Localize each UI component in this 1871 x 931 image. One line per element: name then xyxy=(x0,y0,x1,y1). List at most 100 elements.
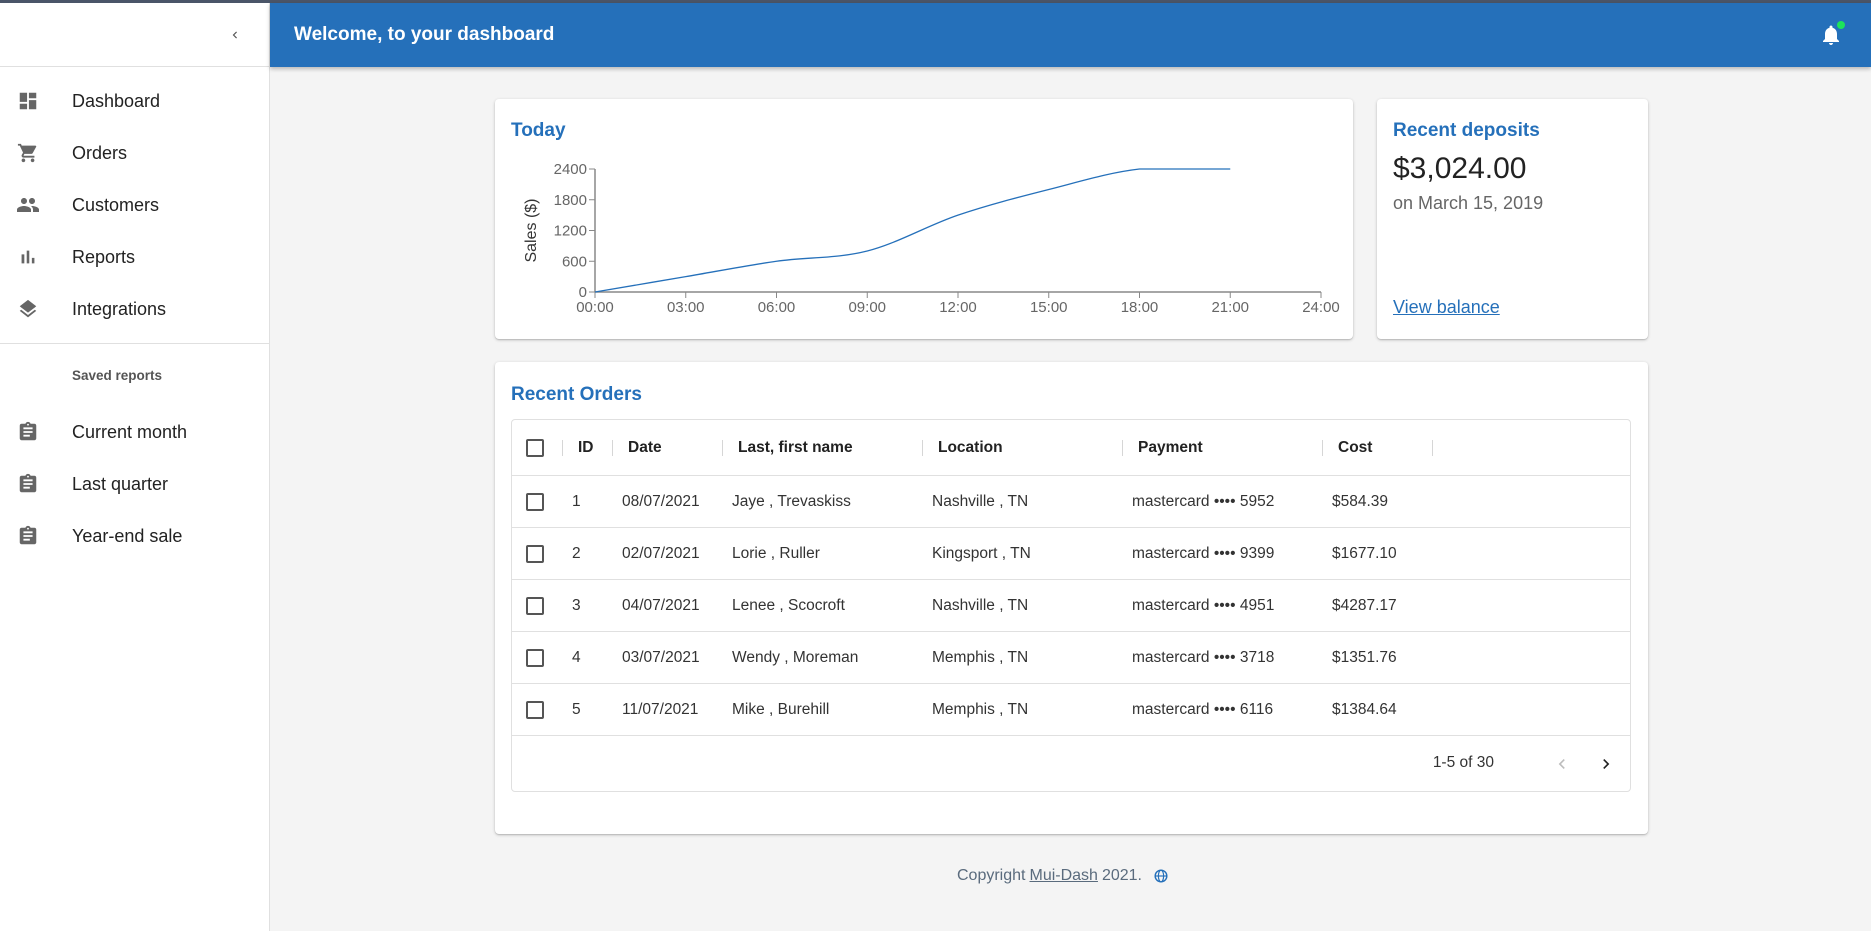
cell-location: Memphis , TN xyxy=(932,648,1029,666)
row-checkbox[interactable] xyxy=(526,648,544,667)
table-row[interactable]: 3 04/07/2021 Lenee , Scocroft Nashville , T… xyxy=(512,580,1630,632)
row-select-cell xyxy=(526,632,544,683)
table-row[interactable]: 1 08/07/2021 Jaye , Trevaskiss Nashville , … xyxy=(512,476,1630,528)
sidebar-item-last-quarter[interactable]: Last quarter xyxy=(0,458,269,510)
shopping-cart-icon xyxy=(16,141,40,165)
sales-line-chart: 00:00 03:00 06:00 09:00 12:00 15:00 18:00 21:00… xyxy=(523,161,1340,316)
column-header-payment[interactable]: Payment xyxy=(1138,420,1203,475)
orders-title: Recent Orders xyxy=(511,384,642,405)
y-tick-label: 600 xyxy=(562,253,587,270)
cell-id: 4 xyxy=(572,648,581,666)
sidebar-item-dashboard[interactable]: Dashboard xyxy=(0,75,269,127)
cell-date: 02/07/2021 xyxy=(622,544,700,562)
cell-location: Nashville , TN xyxy=(932,596,1029,614)
notification-badge xyxy=(1837,21,1845,29)
bar-chart-icon xyxy=(16,245,40,269)
x-tick-label: 15:00 xyxy=(1030,299,1068,316)
layers-icon xyxy=(16,297,40,321)
sidebar-item-label: Current month xyxy=(72,421,188,442)
cell-location: Memphis , TN xyxy=(932,700,1029,718)
cell-name: Jaye , Trevaskiss xyxy=(732,492,851,510)
view-balance-link[interactable]: View balance xyxy=(1393,297,1500,318)
x-tick-label: 12:00 xyxy=(939,299,977,316)
y-tick-label: 1800 xyxy=(554,192,587,209)
column-separator[interactable] xyxy=(562,440,563,456)
row-checkbox[interactable] xyxy=(526,492,544,511)
today-chart-card: Today 00:00 03:00 06:00 09:00 12:00 15:00 18:0… xyxy=(495,99,1353,339)
column-separator[interactable] xyxy=(1432,440,1433,456)
y-axis-label: Sales ($) xyxy=(523,198,540,262)
cell-cost: $1351.76 xyxy=(1332,648,1397,666)
cell-id: 1 xyxy=(572,492,581,510)
sidebar-item-year-end-sale[interactable]: Year-end sale xyxy=(0,510,269,562)
column-header-cost[interactable]: Cost xyxy=(1338,420,1372,475)
deposits-title: Recent deposits xyxy=(1393,120,1540,141)
notifications-button[interactable] xyxy=(1819,21,1845,47)
sidebar-item-label: Dashboard xyxy=(72,90,161,111)
cell-date: 11/07/2021 xyxy=(622,700,699,718)
cell-name: Mike , Burehill xyxy=(732,700,830,718)
recent-orders-card: Recent Orders ID Date Last, first name L… xyxy=(495,362,1648,834)
column-separator[interactable] xyxy=(612,440,613,456)
column-separator[interactable] xyxy=(1122,440,1123,456)
x-tick-label: 06:00 xyxy=(758,299,796,316)
column-separator[interactable] xyxy=(922,440,923,456)
select-all-cell xyxy=(526,420,544,475)
cell-cost: $4287.17 xyxy=(1332,596,1397,614)
sidebar-item-integrations[interactable]: Integrations xyxy=(0,283,269,335)
assignment-icon xyxy=(16,420,40,444)
sidebar-toolbar xyxy=(0,3,269,67)
row-select-cell xyxy=(526,528,544,579)
sidebar-item-label: Customers xyxy=(72,194,160,215)
sidebar-item-orders[interactable]: Orders xyxy=(0,127,269,179)
row-select-cell xyxy=(526,580,544,631)
column-separator[interactable] xyxy=(722,440,723,456)
cell-name: Lorie , Ruller xyxy=(732,544,820,562)
globe-icon[interactable] xyxy=(1154,869,1168,883)
sidebar-item-label: Last quarter xyxy=(72,473,169,494)
app-bar: Welcome, to your dashboard xyxy=(270,3,1871,67)
cell-payment: mastercard •••• 6116 xyxy=(1132,700,1274,718)
next-page-button[interactable] xyxy=(1592,750,1620,778)
previous-page-button[interactable] xyxy=(1548,750,1576,778)
table-row[interactable]: 5 11/07/2021 Mike , Burehill Memphis , TN ma… xyxy=(512,684,1630,736)
column-header-name[interactable]: Last, first name xyxy=(738,420,853,475)
chevron-left-icon xyxy=(1558,759,1565,769)
mui-dash-link[interactable]: Mui-Dash xyxy=(1029,867,1097,885)
x-tick-label: 03:00 xyxy=(667,299,705,316)
cell-id: 3 xyxy=(572,596,581,614)
assignment-icon xyxy=(16,472,40,496)
cell-payment: mastercard •••• 5952 xyxy=(1132,492,1275,510)
x-tick-label: 24:00 xyxy=(1302,299,1340,316)
sidebar-item-current-month[interactable]: Current month xyxy=(0,406,269,458)
table-row[interactable]: 2 02/07/2021 Lorie , Ruller Kingsport , TN m… xyxy=(512,528,1630,580)
y-tick-label: 0 xyxy=(579,284,587,301)
sales-series-line xyxy=(594,168,1231,293)
saved-reports-subheader: Saved reports xyxy=(72,367,163,383)
collapse-sidebar-button[interactable] xyxy=(221,21,249,49)
column-header-date[interactable]: Date xyxy=(628,420,662,475)
sidebar-item-reports[interactable]: Reports xyxy=(0,231,269,283)
select-all-checkbox[interactable] xyxy=(526,438,544,457)
column-separator[interactable] xyxy=(1322,440,1323,456)
table-row[interactable]: 4 03/07/2021 Wendy , Moreman Memphis , TN ma… xyxy=(512,632,1630,684)
row-checkbox[interactable] xyxy=(526,544,544,563)
sidebar-item-label: Year-end sale xyxy=(72,525,183,546)
chevron-right-icon xyxy=(1603,759,1610,769)
chevron-left-icon xyxy=(232,31,237,39)
cell-cost: $584.39 xyxy=(1332,492,1389,510)
cell-cost: $1677.10 xyxy=(1332,544,1397,562)
cell-location: Nashville , TN xyxy=(932,492,1029,510)
column-header-id[interactable]: ID xyxy=(578,420,594,475)
page-title: Welcome, to your dashboard xyxy=(294,24,555,45)
sidebar-item-customers[interactable]: Customers xyxy=(0,179,269,231)
deposit-date: on March 15, 2019 xyxy=(1393,193,1544,213)
column-header-location[interactable]: Location xyxy=(938,420,1003,475)
grid-header-row: ID Date Last, first name Location Paymen… xyxy=(512,420,1630,476)
deposit-amount: $3,024.00 xyxy=(1393,152,1527,185)
people-icon xyxy=(16,193,40,217)
row-checkbox[interactable] xyxy=(526,596,544,615)
saved-reports-nav: Current month Last quarter Year-end sale xyxy=(0,406,269,562)
row-checkbox[interactable] xyxy=(526,700,544,719)
row-select-cell xyxy=(526,476,544,527)
